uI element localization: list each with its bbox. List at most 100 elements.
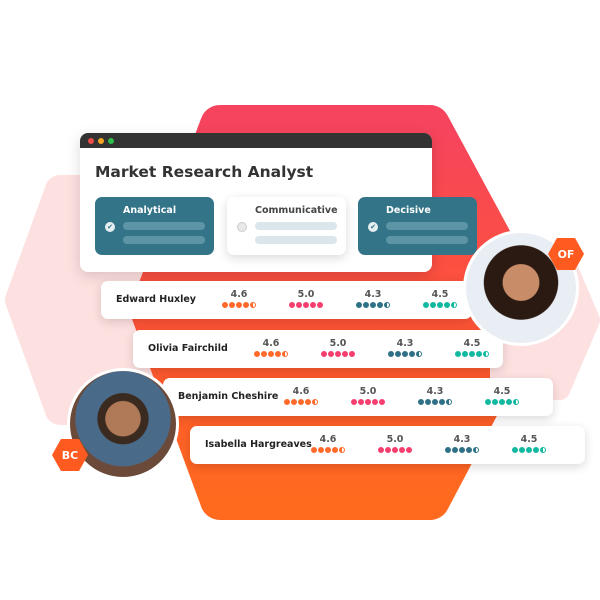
rating-dot — [446, 399, 452, 405]
rating-dots — [477, 399, 527, 405]
rating-dot — [451, 302, 457, 308]
score-value: 4.6 — [319, 434, 337, 445]
check-icon: ✔ — [105, 222, 115, 232]
score-value: 4.3 — [453, 434, 471, 445]
rating-dots — [276, 399, 326, 405]
rating-dot — [325, 447, 331, 453]
rating-dot — [229, 302, 235, 308]
rating-dot — [466, 447, 472, 453]
rating-dot — [222, 302, 228, 308]
score-value: 5.0 — [386, 434, 404, 445]
rating-dot — [332, 447, 338, 453]
maximize-dot[interactable] — [108, 137, 114, 144]
rating-dots — [281, 302, 331, 308]
rating-dot — [416, 351, 422, 357]
rating-dot — [432, 399, 438, 405]
trait-card-decisive[interactable]: ✔ Decisive — [358, 197, 477, 255]
rating-dot — [492, 399, 498, 405]
score-3: 4.3 — [380, 338, 430, 357]
rating-dot — [370, 302, 376, 308]
rating-dot — [526, 447, 532, 453]
rating-dot — [444, 302, 450, 308]
candidate-name: Edward Huxley — [116, 294, 197, 305]
score-value: 4.5 — [520, 434, 538, 445]
rating-dot — [351, 399, 357, 405]
rating-dot — [254, 351, 260, 357]
score-value: 4.5 — [493, 386, 511, 397]
rating-dot — [236, 302, 242, 308]
score-3: 4.3 — [437, 434, 487, 453]
rating-dot — [533, 447, 539, 453]
score-2: 5.0 — [370, 434, 420, 453]
rating-dot — [512, 447, 518, 453]
rating-dots — [447, 351, 497, 357]
rating-dot — [399, 447, 405, 453]
rating-dots — [370, 447, 420, 453]
rating-dot — [439, 399, 445, 405]
rating-dot — [275, 351, 281, 357]
rating-dot — [243, 302, 249, 308]
rating-dot — [437, 302, 443, 308]
rating-dot — [261, 351, 267, 357]
rating-dot — [384, 302, 390, 308]
rating-dots — [415, 302, 465, 308]
score-value: 4.6 — [292, 386, 310, 397]
page-title: Market Research Analyst — [95, 163, 314, 181]
score-value: 5.0 — [297, 289, 315, 300]
rating-dot — [282, 351, 288, 357]
candidate-row[interactable]: Isabella Hargreaves 4.6 5.0 4.3 4.5 — [190, 426, 585, 464]
score-4: 4.5 — [447, 338, 497, 357]
score-value: 4.6 — [230, 289, 248, 300]
rating-dot — [385, 447, 391, 453]
candidate-name: Benjamin Cheshire — [178, 391, 279, 402]
candidate-row[interactable]: Edward Huxley 4.6 5.0 4.3 4.5 — [101, 281, 472, 319]
candidate-row[interactable]: Benjamin Cheshire 4.6 5.0 4.3 4.5 — [163, 378, 553, 416]
trait-label: Decisive — [386, 205, 431, 216]
rating-dot — [363, 302, 369, 308]
rating-dot — [317, 302, 323, 308]
rating-dot — [519, 447, 525, 453]
score-2: 5.0 — [343, 386, 393, 405]
rating-dot — [310, 302, 316, 308]
rating-dot — [402, 351, 408, 357]
rating-dots — [214, 302, 264, 308]
rating-dot — [296, 302, 302, 308]
rating-dot — [289, 302, 295, 308]
score-2: 5.0 — [313, 338, 363, 357]
trait-card-communicative[interactable]: Communicative — [227, 197, 346, 255]
rating-dot — [395, 351, 401, 357]
rating-dot — [418, 399, 424, 405]
rating-dot — [349, 351, 355, 357]
rating-dot — [268, 351, 274, 357]
score-value: 4.6 — [262, 338, 280, 349]
rating-dot — [335, 351, 341, 357]
score-2: 5.0 — [281, 289, 331, 308]
unchecked-icon — [237, 222, 247, 232]
minimize-dot[interactable] — [98, 137, 104, 144]
rating-dot — [379, 399, 385, 405]
rating-dot — [303, 302, 309, 308]
score-value: 4.3 — [364, 289, 382, 300]
close-dot[interactable] — [88, 137, 94, 144]
trait-card-analytical[interactable]: ✔ Analytical — [95, 197, 214, 255]
score-3: 4.3 — [410, 386, 460, 405]
rating-dot — [250, 302, 256, 308]
score-4: 4.5 — [415, 289, 465, 308]
rating-dot — [392, 447, 398, 453]
candidate-row[interactable]: Olivia Fairchild 4.6 5.0 4.3 4.5 — [133, 330, 503, 368]
rating-dots — [246, 351, 296, 357]
rating-dot — [459, 447, 465, 453]
rating-dots — [437, 447, 487, 453]
trait-label: Communicative — [255, 205, 338, 216]
rating-dot — [365, 399, 371, 405]
rating-dot — [388, 351, 394, 357]
candidate-name: Olivia Fairchild — [148, 343, 228, 354]
avatar-benjamin — [67, 368, 179, 480]
candidate-name: Isabella Hargreaves — [205, 439, 312, 450]
score-4: 4.5 — [504, 434, 554, 453]
rating-dot — [513, 399, 519, 405]
rating-dot — [291, 399, 297, 405]
rating-dot — [342, 351, 348, 357]
rating-dot — [377, 302, 383, 308]
rating-dot — [356, 302, 362, 308]
